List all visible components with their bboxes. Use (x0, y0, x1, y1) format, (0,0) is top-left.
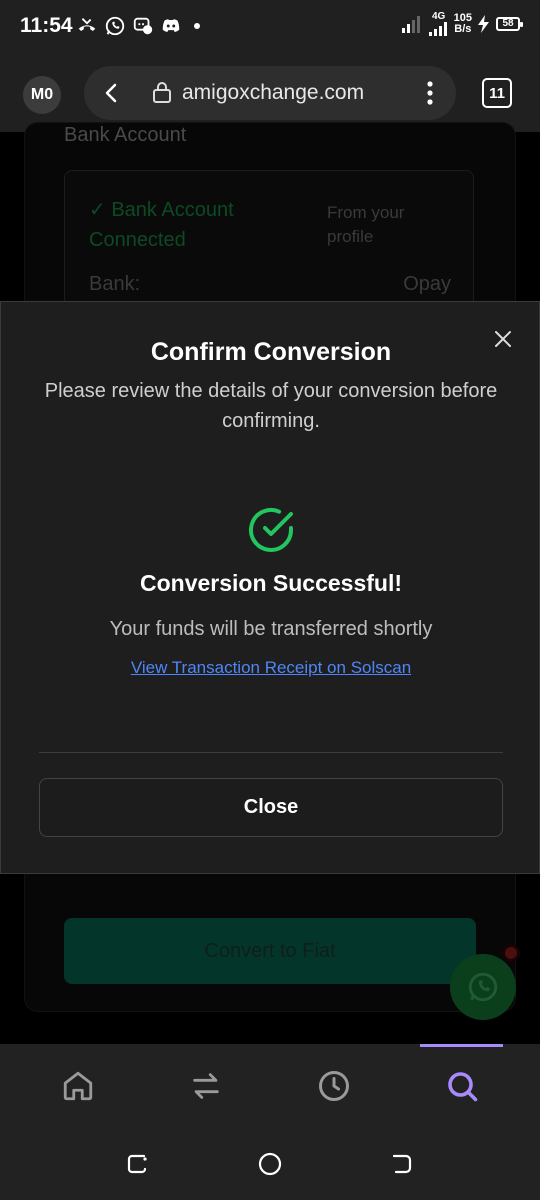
bank-section-title: Bank Account (64, 124, 187, 146)
nav-swap[interactable] (186, 1066, 226, 1106)
modal-title: Confirm Conversion (150, 338, 392, 366)
nav-history[interactable] (314, 1066, 354, 1106)
whatsapp-icon (105, 16, 125, 36)
network-indicator: 4G (428, 11, 449, 36)
messenger-icon (133, 17, 153, 35)
check-circle-icon (249, 508, 293, 552)
network-type: 4G (431, 11, 446, 22)
charging-icon (478, 15, 489, 33)
success-title: Conversion Successful! (139, 570, 403, 596)
status-time: 11:54 (20, 14, 73, 37)
profile-avatar[interactable]: M0 (23, 76, 61, 114)
bank-source-note: From your profile (327, 203, 405, 246)
whatsapp-chat-button[interactable] (450, 954, 516, 1020)
signal-4g-icon (428, 22, 447, 36)
solscan-receipt-link[interactable]: View Transaction Receipt on Solscan (1, 658, 540, 678)
bank-connected-status: ✓ Bank Account Connected (89, 199, 234, 251)
nav-search[interactable] (442, 1066, 482, 1106)
modal-divider (39, 752, 503, 753)
whatsapp-icon (468, 972, 498, 1002)
history-icon (319, 1071, 349, 1101)
tab-switcher-button[interactable]: 11 (482, 78, 512, 108)
nav-home[interactable] (58, 1066, 98, 1106)
more-vert-icon[interactable] (418, 80, 442, 106)
data-speed: 105 B/s (454, 13, 472, 35)
lock-icon[interactable] (152, 80, 172, 104)
status-bar: 11:54 4G 105 B/s 58 (0, 0, 540, 56)
system-navigation (0, 1130, 540, 1200)
discord-icon (162, 19, 180, 32)
browser-toolbar: M0 amigoxchange.com 11 (0, 56, 540, 132)
notification-icons (76, 15, 200, 37)
notification-badge (502, 944, 520, 962)
bottom-navigation (0, 1044, 540, 1130)
recent-apps-icon[interactable] (124, 1150, 152, 1178)
home-icon (63, 1071, 93, 1101)
more-notifications-dot (194, 23, 200, 29)
modal-subtitle: Please review the details of your conver… (44, 380, 498, 432)
address-bar[interactable]: amigoxchange.com (84, 66, 456, 120)
bank-label: Bank: (89, 273, 141, 295)
confirm-conversion-modal: Confirm Conversion Please review the det… (0, 301, 540, 874)
success-message: Your funds will be transferred shortly (109, 618, 433, 640)
signal-icon (401, 16, 420, 33)
close-button[interactable]: Close (39, 778, 503, 837)
home-button-icon[interactable] (256, 1150, 284, 1178)
speed-unit: B/s (454, 23, 472, 35)
url-text[interactable]: amigoxchange.com (182, 81, 364, 105)
search-icon (448, 1072, 478, 1102)
system-status: 4G 105 B/s 58 (401, 11, 523, 36)
missed-call-icon (78, 18, 96, 32)
bank-value: Opay (403, 273, 451, 295)
bank-account-box: ✓ Bank Account Connected From your profi… (64, 170, 474, 310)
back-arrow-icon[interactable] (100, 81, 124, 105)
active-tab-indicator (420, 1044, 503, 1047)
battery-level: 58 (496, 17, 523, 31)
convert-to-fiat-button[interactable]: Convert to Fiat (64, 918, 476, 984)
back-button-icon[interactable] (388, 1150, 416, 1178)
swap-icon (193, 1073, 219, 1099)
